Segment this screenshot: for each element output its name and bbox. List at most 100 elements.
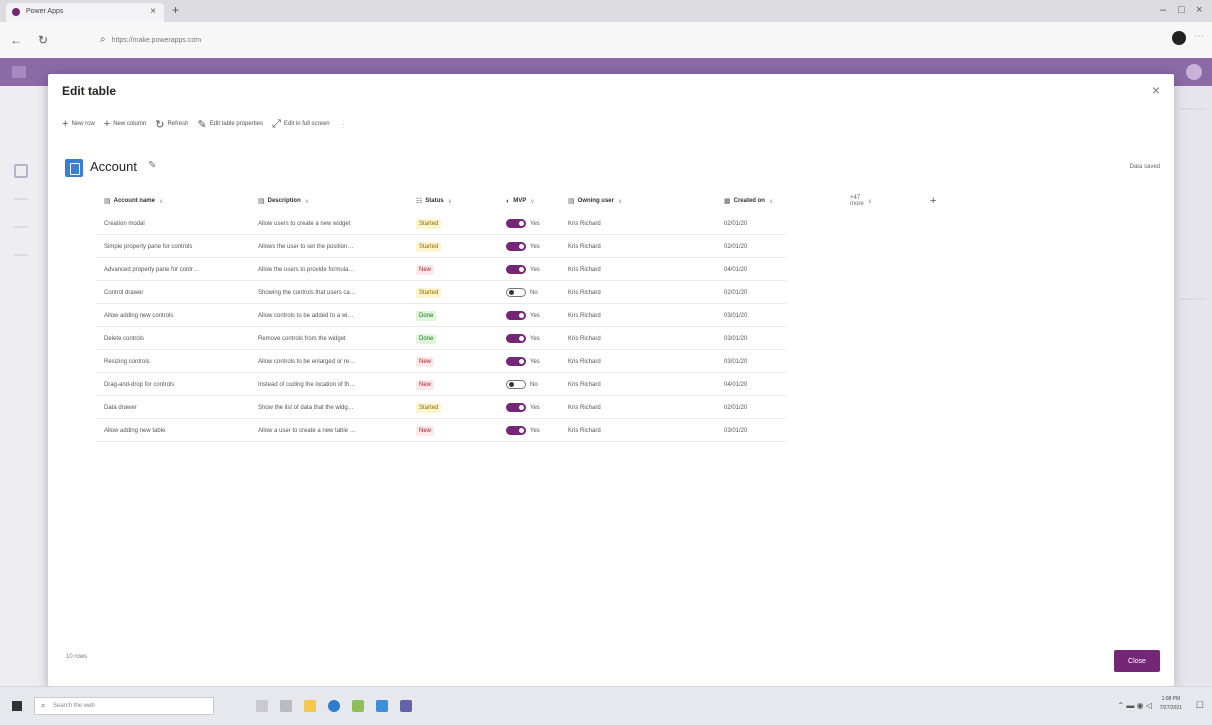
new-tab-icon[interactable]: + (172, 3, 179, 17)
account-name-cell[interactable]: Advanced property pane for contr… (104, 258, 254, 281)
taskbar-search-field[interactable]: ⌕ Search the web (34, 697, 214, 715)
status-cell[interactable]: Done (416, 304, 496, 327)
owning-user-cell[interactable]: Kris Richard (568, 350, 718, 373)
nav-item-icon[interactable] (14, 198, 28, 200)
owning-user-cell[interactable]: Kris Richard (568, 373, 718, 396)
browser-tab[interactable]: Power Apps × (6, 3, 164, 22)
status-cell[interactable]: New (416, 350, 496, 373)
more-fields-button[interactable]: +47 more ∨ (850, 190, 872, 212)
mvp-toggle[interactable] (506, 357, 526, 366)
table-row[interactable]: Allow adding new table Allow a user to cr… (96, 419, 786, 442)
status-cell[interactable]: New (416, 258, 496, 281)
mvp-cell[interactable]: Yes (506, 304, 562, 327)
column-header-mvp[interactable]: ◐ MVP ∨ (506, 190, 535, 212)
description-cell[interactable]: Show the list of data that the widg… (258, 396, 408, 419)
created-on-cell[interactable]: 02/01/20 (724, 235, 784, 258)
store-icon[interactable] (352, 700, 364, 712)
mvp-cell[interactable]: Yes (506, 235, 562, 258)
created-on-cell[interactable]: 02/01/20 (724, 281, 784, 304)
description-cell[interactable]: Allow users to create a new widget (258, 212, 408, 235)
waffle-icon[interactable] (12, 66, 26, 78)
edge-browser-icon[interactable] (328, 700, 340, 712)
mvp-cell[interactable]: Yes (506, 350, 562, 373)
window-close-icon[interactable]: × (1196, 4, 1202, 16)
owning-user-cell[interactable]: Kris Richard (568, 304, 718, 327)
windows-start-icon[interactable] (12, 701, 22, 711)
created-on-cell[interactable]: 03/01/20 (724, 419, 784, 442)
profile-avatar[interactable] (1172, 31, 1186, 45)
status-cell[interactable]: Started (416, 235, 496, 258)
refresh-button[interactable]: ↻ Refresh (155, 118, 188, 131)
table-row[interactable]: Data drawer Show the list of data that th… (96, 396, 786, 419)
mvp-cell[interactable]: Yes (506, 396, 562, 419)
table-row[interactable]: Advanced property pane for contr… Allow t… (96, 258, 786, 281)
mvp-toggle[interactable] (506, 242, 526, 251)
column-header-status[interactable]: ☷ Status ∨ (416, 190, 452, 212)
owning-user-cell[interactable]: Kris Richard (568, 396, 718, 419)
mvp-toggle[interactable] (506, 311, 526, 320)
taskbar-clock[interactable]: 1:08 PM 7/27/2021 (1160, 695, 1182, 713)
mvp-toggle[interactable] (506, 426, 526, 435)
owning-user-cell[interactable]: Kris Richard (568, 258, 718, 281)
account-name-cell[interactable]: Control drawer (104, 281, 254, 304)
mvp-cell[interactable]: Yes (506, 419, 562, 442)
owning-user-cell[interactable]: Kris Richard (568, 212, 718, 235)
file-explorer-icon[interactable] (304, 700, 316, 712)
mvp-toggle[interactable] (506, 403, 526, 412)
microphone-icon[interactable] (256, 700, 268, 712)
teams-icon[interactable] (400, 700, 412, 712)
status-cell[interactable]: Started (416, 396, 496, 419)
description-cell[interactable]: Instead of coding the location of th… (258, 373, 408, 396)
mvp-cell[interactable]: No (506, 281, 562, 304)
table-row[interactable]: Simple property pane for controls Allows … (96, 235, 786, 258)
created-on-cell[interactable]: 03/01/20 (724, 327, 784, 350)
status-cell[interactable]: Started (416, 212, 496, 235)
mvp-cell[interactable]: No (506, 373, 562, 396)
mvp-toggle[interactable] (506, 265, 526, 274)
account-name-cell[interactable]: Creation modal (104, 212, 254, 235)
created-on-cell[interactable]: 02/01/20 (724, 212, 784, 235)
refresh-icon[interactable]: ↻ (38, 33, 48, 47)
description-cell[interactable]: Allow a user to create a new table … (258, 419, 408, 442)
user-avatar[interactable] (1186, 64, 1202, 80)
table-row[interactable]: Creation modal Allow users to create a ne… (96, 212, 786, 235)
description-cell[interactable]: Allows the user to set the position… (258, 235, 408, 258)
new-row-button[interactable]: + New row (62, 118, 95, 130)
notification-icon[interactable]: ☐ (1196, 700, 1204, 711)
minimize-icon[interactable]: – (1160, 4, 1166, 16)
owning-user-cell[interactable]: Kris Richard (568, 327, 718, 350)
restore-icon[interactable]: □ (1178, 4, 1185, 16)
created-on-cell[interactable]: 04/01/20 (724, 258, 784, 281)
table-row[interactable]: Resizing controls Allow controls to be en… (96, 350, 786, 373)
table-row[interactable]: Control drawer Showing the controls that … (96, 281, 786, 304)
add-column-icon[interactable]: + (930, 190, 936, 212)
status-cell[interactable]: New (416, 419, 496, 442)
status-cell[interactable]: Started (416, 281, 496, 304)
account-name-cell[interactable]: Drag-and-drop for controls (104, 373, 254, 396)
table-row[interactable]: Delete controls Remove controls from the … (96, 327, 786, 350)
description-cell[interactable]: Showing the controls that users ca… (258, 281, 408, 304)
column-header-description[interactable]: ▤ Description ∨ (258, 190, 309, 212)
account-name-cell[interactable]: Resizing controls (104, 350, 254, 373)
edit-full-screen-button[interactable]: ⤢ Edit in full screen (272, 118, 330, 131)
mvp-cell[interactable]: Yes (506, 212, 562, 235)
created-on-cell[interactable]: 03/01/20 (724, 304, 784, 327)
account-name-cell[interactable]: Allow adding new controls (104, 304, 254, 327)
owning-user-cell[interactable]: Kris Richard (568, 281, 718, 304)
account-name-cell[interactable]: Data drawer (104, 396, 254, 419)
mail-icon[interactable] (376, 700, 388, 712)
back-icon[interactable]: ← (10, 33, 22, 47)
edit-table-name-icon[interactable]: ✎ (148, 160, 156, 171)
more-commands-icon[interactable]: ⋮ (339, 119, 348, 130)
created-on-cell[interactable]: 04/01/20 (724, 373, 784, 396)
mvp-toggle[interactable] (506, 380, 526, 389)
created-on-cell[interactable]: 03/01/20 (724, 350, 784, 373)
owning-user-cell[interactable]: Kris Richard (568, 235, 718, 258)
status-cell[interactable]: Done (416, 327, 496, 350)
column-header-account-name[interactable]: ▤ Account name ∨ (104, 190, 163, 212)
account-name-cell[interactable]: Delete controls (104, 327, 254, 350)
mvp-toggle[interactable] (506, 334, 526, 343)
column-header-created-on[interactable]: ▦ Created on ∨ (724, 190, 773, 212)
description-cell[interactable]: Allow controls to be enlarged or re… (258, 350, 408, 373)
table-row[interactable]: Drag-and-drop for controls Instead of cod… (96, 373, 786, 396)
